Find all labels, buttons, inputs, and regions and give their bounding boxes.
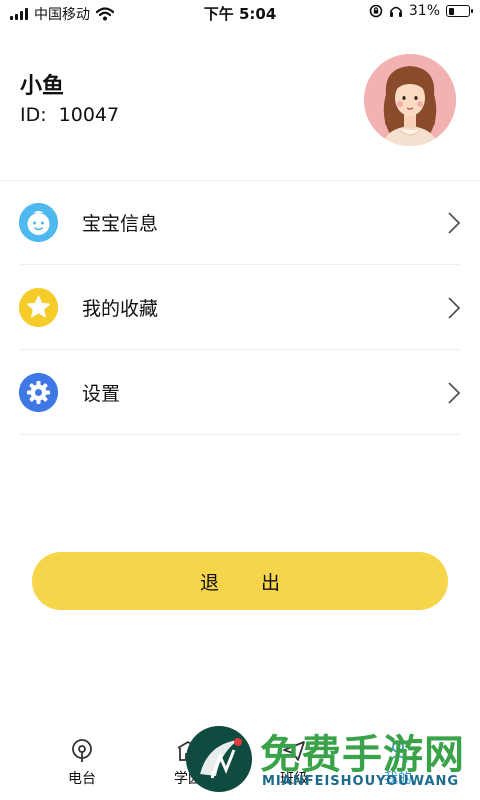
- menu-list: 宝宝信息 我的收藏 设置: [0, 180, 480, 435]
- avatar[interactable]: [364, 54, 456, 146]
- user-id-line: ID: 10047: [20, 104, 119, 126]
- profile-header: 小鱼 ID: 10047: [0, 26, 480, 181]
- divider: [20, 434, 460, 435]
- menu-item-baby-info[interactable]: 宝宝信息: [0, 180, 480, 265]
- star-icon: [19, 288, 58, 327]
- chevron-right-icon: [448, 381, 461, 404]
- battery-icon: [446, 5, 473, 17]
- menu-item-favorites[interactable]: 我的收藏: [0, 265, 480, 350]
- watermark-logo-icon: [186, 726, 252, 792]
- menu-label-settings: 设置: [82, 383, 121, 405]
- menu-label-baby-info: 宝宝信息: [82, 213, 159, 235]
- tab-radio[interactable]: 电台: [42, 738, 122, 788]
- status-right: 31%: [369, 3, 473, 19]
- gear-icon: [19, 373, 58, 412]
- watermark-subtitle: MIANFEISHOUYOUWANG: [262, 774, 460, 789]
- status-bar: 中国移动 下午 5:04 31%: [0, 0, 480, 26]
- menu-label-favorites: 我的收藏: [82, 298, 159, 320]
- menu-item-settings[interactable]: 设置: [0, 350, 480, 435]
- chevron-right-icon: [448, 296, 461, 319]
- user-id-value: 10047: [58, 104, 120, 126]
- watermark-title: 免费手游网: [260, 731, 465, 778]
- headphones-icon: [389, 6, 402, 17]
- battery-percent: 31%: [408, 3, 440, 19]
- user-id-label: ID:: [20, 104, 47, 126]
- rotation-lock-icon: [369, 4, 383, 18]
- watermark: 免费手游网 MIANFEISHOUYOUWANG: [186, 722, 480, 800]
- radio-icon: [72, 739, 92, 762]
- user-name: 小鱼: [20, 74, 65, 99]
- tab-label-radio: 电台: [68, 771, 96, 787]
- baby-face-icon: [19, 203, 58, 242]
- chevron-right-icon: [448, 211, 461, 234]
- avatar-illustration-icon: [364, 54, 456, 146]
- logout-button[interactable]: 退 出: [32, 552, 448, 610]
